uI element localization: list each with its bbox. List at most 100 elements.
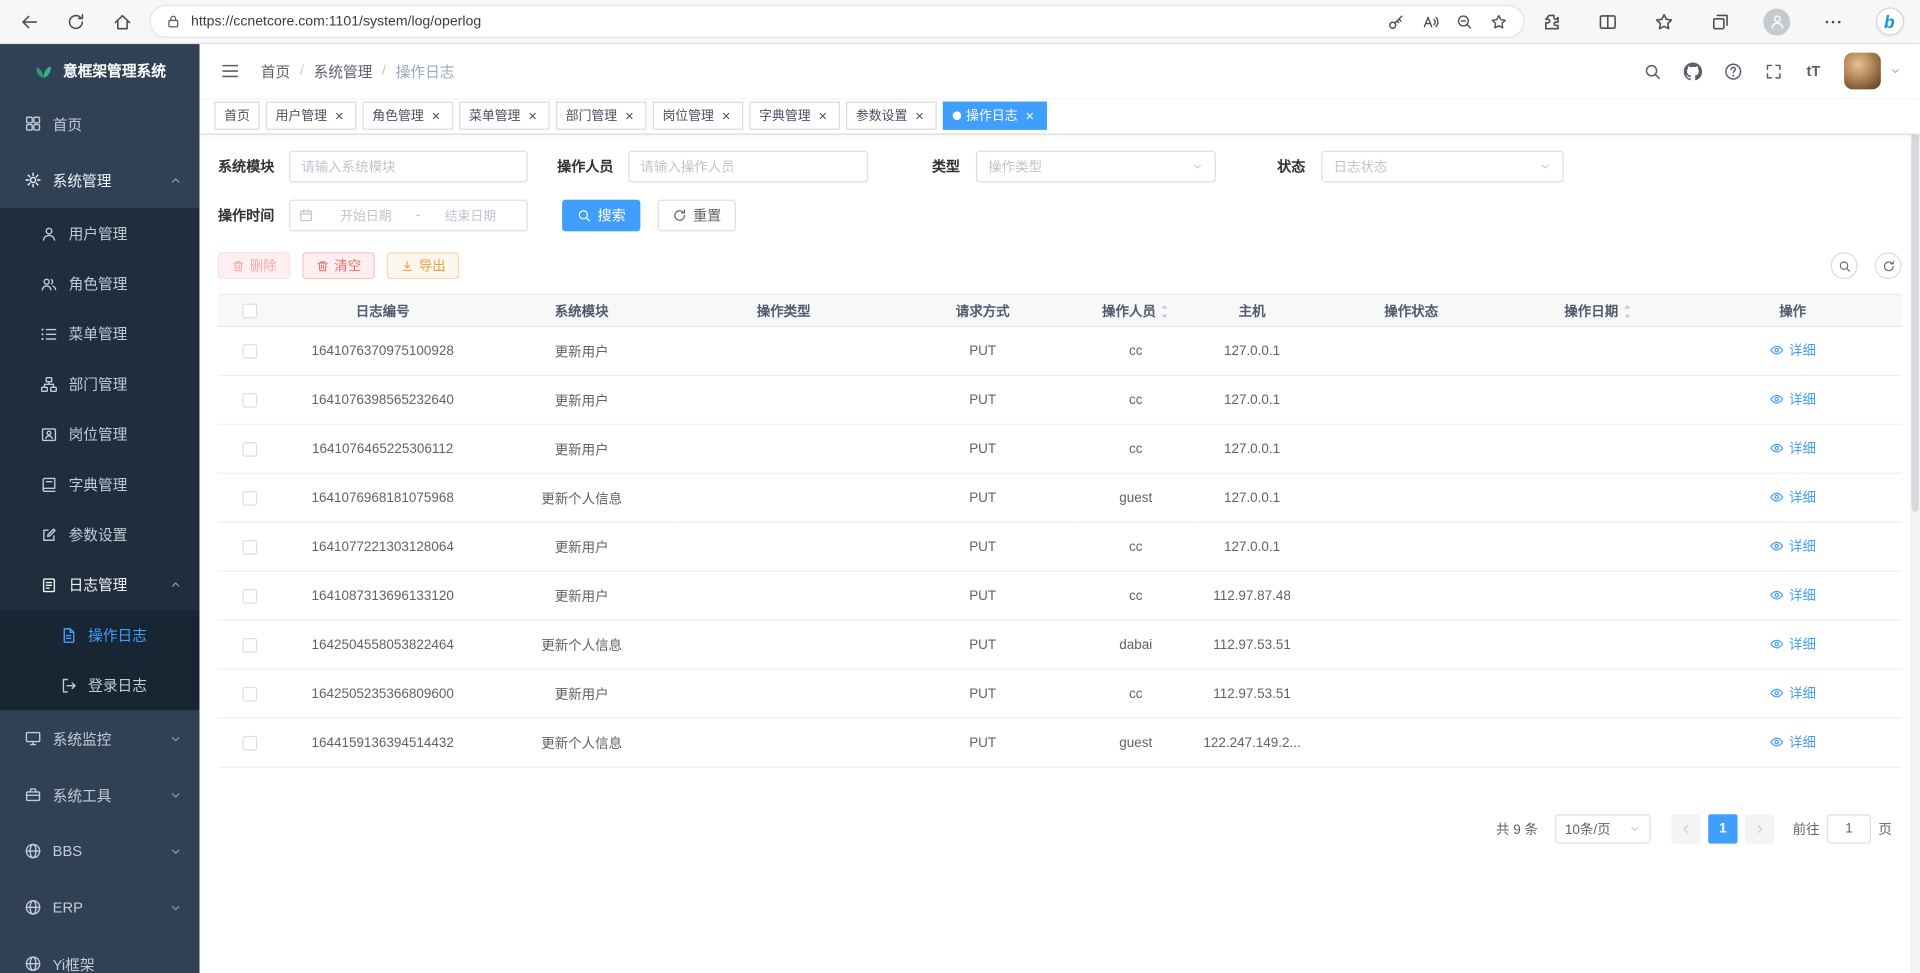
home-button[interactable]: [103, 3, 142, 40]
detail-link[interactable]: 详细: [1769, 536, 1816, 556]
close-icon[interactable]: ×: [622, 108, 637, 123]
detail-link[interactable]: 详细: [1769, 732, 1816, 752]
close-icon[interactable]: ×: [816, 108, 831, 123]
tab[interactable]: 首页: [214, 102, 259, 130]
url-text[interactable]: https://ccnetcore.com:1101/system/log/op…: [191, 14, 1379, 29]
date-start-placeholder[interactable]: 开始日期: [318, 206, 413, 224]
sidebar-item[interactable]: BBS: [0, 823, 200, 879]
sidebar-item[interactable]: 参数设置: [0, 509, 200, 559]
date-range-picker[interactable]: 开始日期 - 结束日期: [289, 200, 528, 232]
operator-input[interactable]: 请输入操作人员: [628, 151, 868, 183]
tab[interactable]: 岗位管理×: [653, 102, 744, 130]
column-header[interactable]: 操作日期: [1512, 294, 1683, 326]
help-icon[interactable]: [1717, 55, 1749, 87]
sidebar-item[interactable]: ERP: [0, 879, 200, 935]
tab[interactable]: 字典管理×: [749, 102, 840, 130]
password-key-icon[interactable]: [1379, 7, 1413, 36]
tab[interactable]: 参数设置×: [846, 102, 937, 130]
module-input[interactable]: 请输入系统模块: [289, 151, 528, 183]
row-checkbox[interactable]: [242, 588, 257, 603]
sidebar-item[interactable]: 角色管理: [0, 258, 200, 308]
type-select[interactable]: 操作类型: [976, 151, 1216, 183]
fullscreen-icon[interactable]: [1757, 55, 1789, 87]
close-icon[interactable]: ×: [1022, 108, 1037, 123]
close-icon[interactable]: ×: [719, 108, 734, 123]
current-page-button[interactable]: 1: [1708, 814, 1737, 843]
row-checkbox[interactable]: [242, 490, 257, 505]
sidebar-item[interactable]: 部门管理: [0, 359, 200, 409]
tab[interactable]: 操作日志×: [943, 102, 1047, 130]
toggle-search-button[interactable]: [1831, 252, 1858, 279]
sidebar-item[interactable]: 系统工具: [0, 767, 200, 823]
bing-copilot-icon[interactable]: b: [1870, 3, 1909, 40]
read-aloud-icon[interactable]: [1413, 7, 1447, 36]
add-favorite-star-icon[interactable]: [1482, 7, 1516, 36]
back-button[interactable]: [10, 3, 49, 40]
page-size-select[interactable]: 10条/页: [1555, 814, 1651, 843]
browser-profile-avatar[interactable]: [1757, 3, 1796, 40]
clear-button[interactable]: 清空: [302, 252, 374, 279]
reset-button[interactable]: 重置: [658, 200, 736, 232]
tab[interactable]: 角色管理×: [362, 102, 453, 130]
detail-link[interactable]: 详细: [1769, 634, 1816, 654]
row-checkbox[interactable]: [242, 393, 257, 408]
search-icon[interactable]: [1636, 55, 1668, 87]
row-checkbox[interactable]: [242, 441, 257, 456]
row-checkbox[interactable]: [242, 735, 257, 750]
close-icon[interactable]: ×: [525, 108, 540, 123]
breadcrumb-system[interactable]: 系统管理: [314, 61, 373, 82]
date-end-placeholder[interactable]: 结束日期: [423, 206, 518, 224]
sidebar-toggle-icon[interactable]: [216, 56, 245, 85]
select-all-checkbox[interactable]: [242, 303, 257, 318]
sidebar-item[interactable]: 菜单管理: [0, 309, 200, 359]
collections-icon[interactable]: [1701, 3, 1740, 40]
extensions-icon[interactable]: [1532, 3, 1571, 40]
column-header[interactable]: 操作人员: [1078, 294, 1194, 326]
zoom-out-icon[interactable]: [1447, 7, 1481, 36]
sidebar-item[interactable]: 操作日志: [0, 610, 200, 660]
refresh-table-button[interactable]: [1875, 252, 1902, 279]
close-icon[interactable]: ×: [912, 108, 927, 123]
address-bar[interactable]: https://ccnetcore.com:1101/system/log/op…: [149, 5, 1524, 38]
github-icon[interactable]: [1676, 55, 1708, 87]
user-avatar[interactable]: [1844, 53, 1881, 90]
close-icon[interactable]: ×: [332, 108, 347, 123]
status-select[interactable]: 日志状态: [1321, 151, 1563, 183]
tab[interactable]: 部门管理×: [556, 102, 647, 130]
row-checkbox[interactable]: [242, 539, 257, 554]
sidebar-item[interactable]: 系统管理: [0, 152, 200, 208]
sort-icon[interactable]: [1160, 304, 1170, 320]
row-checkbox[interactable]: [242, 637, 257, 652]
goto-page-input[interactable]: 1: [1827, 814, 1871, 843]
breadcrumb-home[interactable]: 首页: [261, 61, 290, 82]
sidebar-item[interactable]: 岗位管理: [0, 409, 200, 459]
detail-link[interactable]: 详细: [1769, 340, 1816, 360]
sidebar-item[interactable]: 首页: [0, 96, 200, 152]
row-checkbox[interactable]: [242, 686, 257, 701]
split-screen-icon[interactable]: [1588, 3, 1627, 40]
font-size-icon[interactable]: tT: [1798, 55, 1830, 87]
export-button[interactable]: 导出: [387, 252, 459, 279]
sidebar-item[interactable]: 日志管理: [0, 560, 200, 610]
sort-icon[interactable]: [1622, 304, 1632, 320]
next-page-button[interactable]: [1745, 814, 1774, 843]
sidebar-item[interactable]: 字典管理: [0, 459, 200, 509]
prev-page-button[interactable]: [1671, 814, 1700, 843]
more-options-icon[interactable]: [1813, 3, 1852, 40]
scrollbar[interactable]: [1910, 44, 1920, 973]
detail-link[interactable]: 详细: [1769, 438, 1816, 458]
reload-button[interactable]: [56, 3, 95, 40]
detail-link[interactable]: 详细: [1769, 683, 1816, 703]
close-icon[interactable]: ×: [429, 108, 444, 123]
detail-link[interactable]: 详细: [1769, 487, 1816, 507]
detail-link[interactable]: 详细: [1769, 585, 1816, 605]
favorites-icon[interactable]: [1645, 3, 1684, 40]
tab[interactable]: 菜单管理×: [459, 102, 550, 130]
detail-link[interactable]: 详细: [1769, 389, 1816, 409]
search-button[interactable]: 搜索: [562, 200, 640, 232]
tab[interactable]: 用户管理×: [266, 102, 357, 130]
sidebar-item[interactable]: Yi框架: [0, 936, 200, 973]
delete-button[interactable]: 删除: [218, 252, 290, 279]
row-checkbox[interactable]: [242, 344, 257, 359]
sidebar-item[interactable]: 用户管理: [0, 208, 200, 258]
